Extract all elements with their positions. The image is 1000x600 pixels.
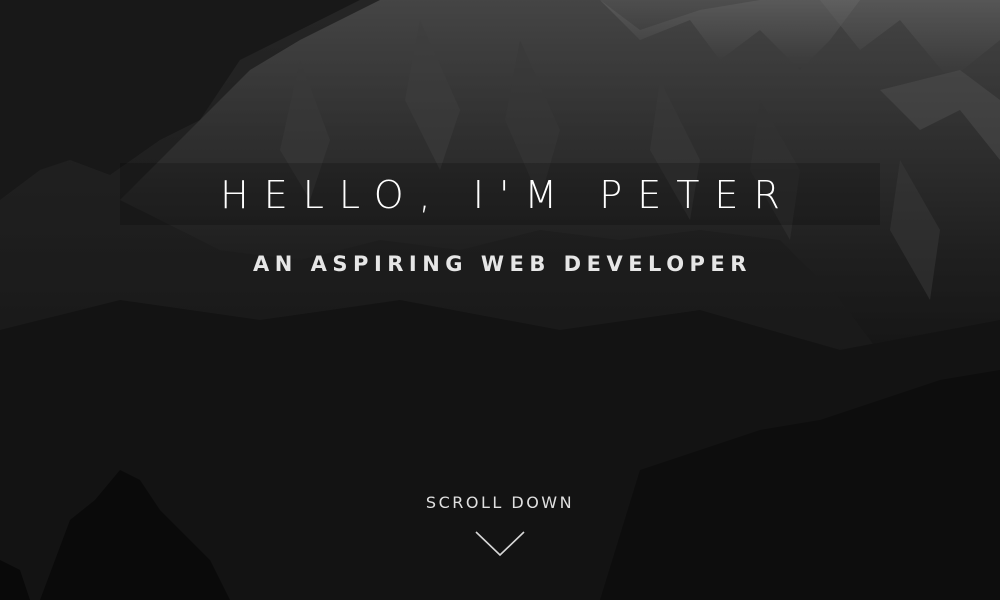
scroll-down-label: SCROLL DOWN [425, 493, 575, 512]
hero-subtitle: AN ASPIRING WEB DEVELOPER [253, 252, 752, 276]
chevron-down-icon [475, 531, 525, 557]
scroll-down-link[interactable]: SCROLL DOWN [400, 490, 600, 580]
hero-section: HELLO, I'M PETER AN ASPIRING WEB DEVELOP… [0, 0, 1000, 600]
hero-title: HELLO, I'M PETER [220, 173, 795, 217]
